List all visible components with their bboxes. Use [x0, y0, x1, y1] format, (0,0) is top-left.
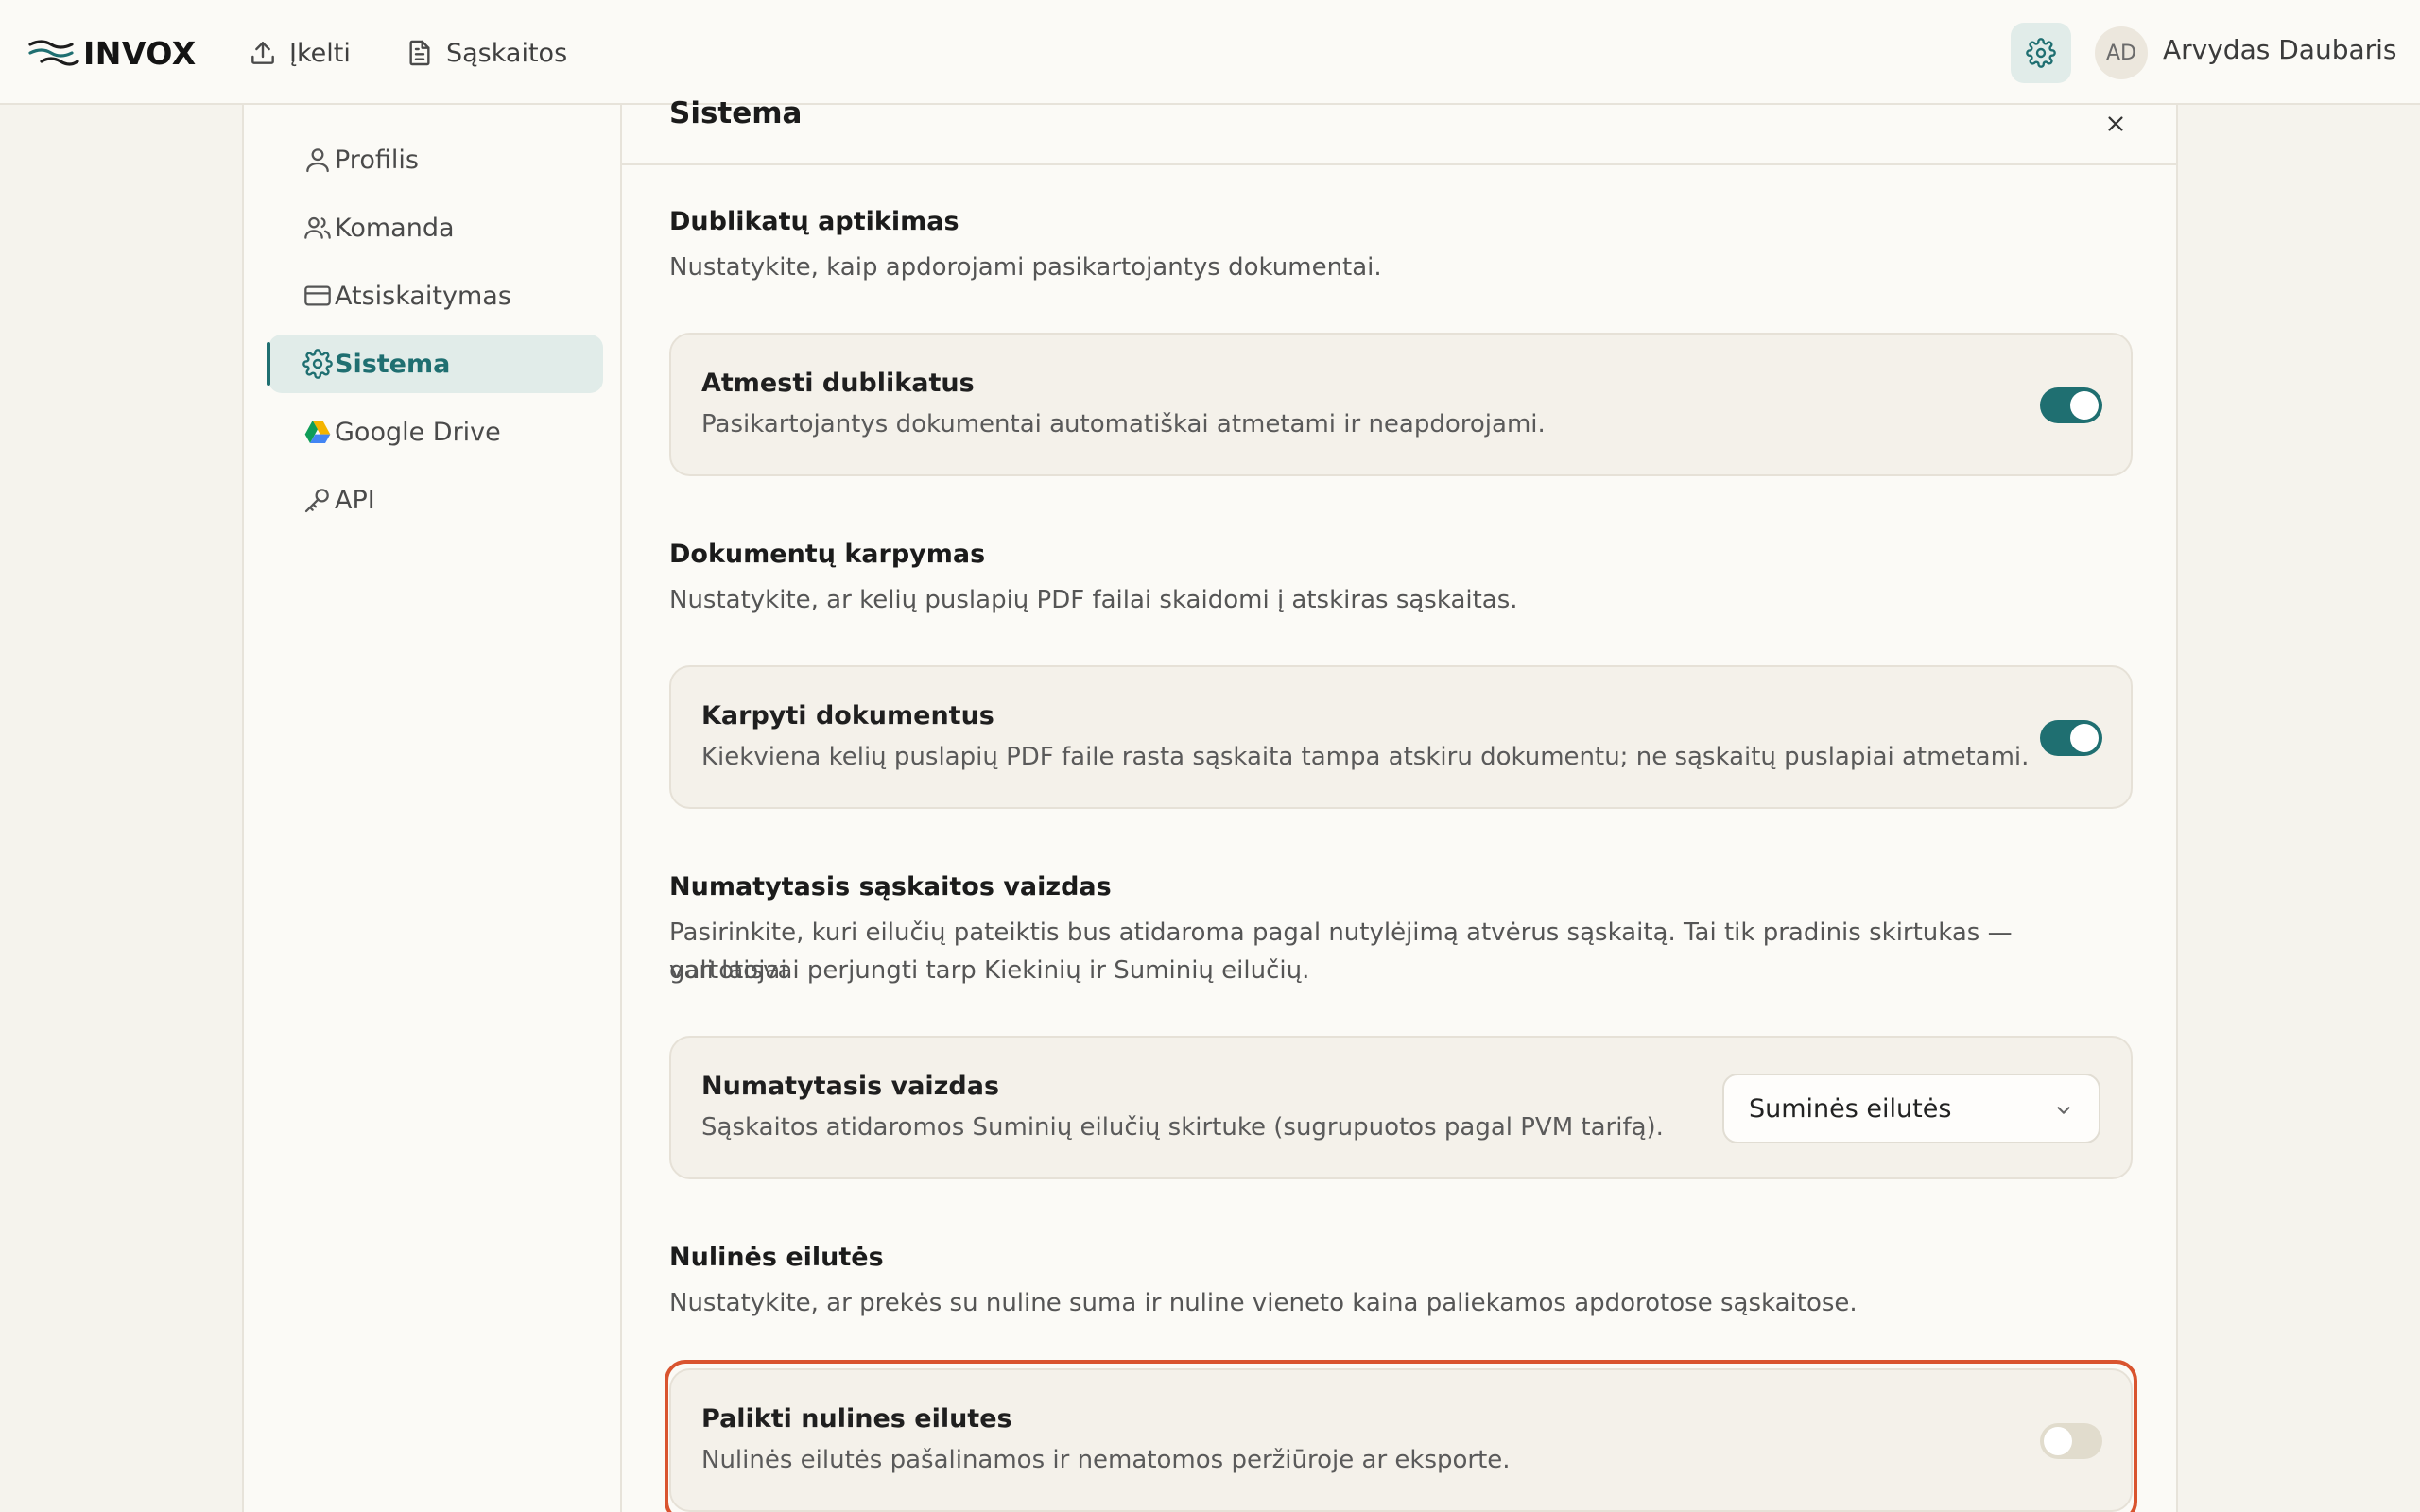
close-icon — [2108, 116, 2123, 131]
setting-card-default-view: Numatytasis vaizdas Sąskaitos atidaromos… — [669, 1036, 2133, 1179]
sidebar-item-system[interactable]: Sistema — [267, 335, 603, 393]
section-title-zero-lines: Nulinės eilutės — [669, 1243, 884, 1272]
google-drive-icon — [304, 421, 331, 443]
card-title: Numatytasis vaizdas — [701, 1072, 1000, 1101]
card-title: Atmesti dublikatus — [701, 369, 975, 398]
document-icon — [409, 40, 430, 66]
sidebar-item-billing[interactable]: Atsiskaitymas — [268, 266, 603, 325]
card-description: Kiekviena kelių puslapių PDF faile rasta… — [701, 743, 2030, 771]
default-view-select[interactable]: Suminės eilutės — [1722, 1074, 2100, 1143]
sidebar-item-label: API — [335, 485, 375, 515]
user-icon — [306, 148, 329, 173]
toggle-knob — [2044, 1427, 2072, 1455]
logo-waves-icon — [28, 40, 79, 66]
logo[interactable]: INVOX — [28, 29, 197, 77]
toggle-knob — [2070, 391, 2099, 420]
page-title: Sistema — [669, 96, 803, 130]
key-icon — [304, 489, 329, 513]
avatar[interactable]: AD — [2095, 26, 2148, 79]
settings-sidebar: Profilis Komanda Atsiskaitymas Sistema G… — [242, 105, 622, 1512]
card-description: Pasikartojantys dokumentai automatiškai … — [701, 410, 1546, 438]
team-icon — [304, 216, 331, 239]
sidebar-item-label: Sistema — [335, 349, 451, 379]
section-title-splitting: Dokumentų karpymas — [669, 540, 986, 569]
sidebar-item-api[interactable]: API — [268, 471, 603, 529]
chevron-down-icon — [2057, 1107, 2070, 1114]
section-desc-default-view-line2: gali laisvai perjungti tarp Kiekinių ir … — [669, 956, 1310, 985]
card-description: Nulinės eilutės pašalinamos ir nematomos… — [701, 1446, 1511, 1474]
setting-card-split-documents: Karpyti dokumentus Kiekviena kelių pusla… — [669, 665, 2133, 809]
keep-zero-lines-toggle[interactable] — [2040, 1423, 2102, 1459]
sidebar-item-label: Google Drive — [335, 417, 501, 447]
gear-icon — [2026, 38, 2056, 68]
credit-card-icon — [304, 285, 331, 306]
top-bar: INVOX Įkelti Sąskaitos AD Arvydas Daubar… — [0, 0, 2420, 105]
settings-panel: Sistema Dublikatų aptikimas Nustatykite,… — [620, 99, 2178, 1512]
sidebar-item-profile[interactable]: Profilis — [268, 130, 603, 189]
settings-button[interactable] — [2011, 23, 2071, 83]
sidebar-item-label: Komanda — [335, 213, 455, 243]
reject-duplicates-toggle[interactable] — [2040, 387, 2102, 423]
gear-icon — [302, 349, 333, 379]
setting-card-reject-duplicates: Atmesti dublikatus Pasikartojantys dokum… — [669, 333, 2133, 476]
nav-invoices-label: Sąskaitos — [446, 38, 568, 68]
close-button[interactable] — [2097, 105, 2135, 143]
nav-upload[interactable]: Įkelti — [248, 28, 351, 77]
card-title: Karpyti dokumentus — [701, 701, 994, 730]
nav-upload-label: Įkelti — [289, 38, 351, 68]
select-value: Suminės eilutės — [1749, 1093, 1952, 1124]
upload-icon — [251, 42, 274, 64]
card-description: Sąskaitos atidaromos Suminių eilučių ski… — [701, 1113, 1664, 1142]
sidebar-item-label: Atsiskaitymas — [335, 281, 511, 311]
user-name[interactable]: Arvydas Daubaris — [2163, 34, 2397, 65]
setting-card-keep-zero-lines: Palikti nulines eilutes Nulinės eilutės … — [669, 1368, 2133, 1512]
sidebar-item-team[interactable]: Komanda — [268, 198, 603, 257]
toggle-knob — [2070, 724, 2099, 752]
sidebar-item-google-drive[interactable]: Google Drive — [268, 403, 603, 461]
section-desc-duplicates: Nustatykite, kaip apdorojami pasikartoja… — [669, 253, 1382, 282]
logo-text: INVOX — [83, 34, 197, 72]
card-title: Palikti nulines eilutes — [701, 1404, 1012, 1434]
section-title-duplicates: Dublikatų aptikimas — [669, 207, 959, 236]
sidebar-item-label: Profilis — [335, 145, 419, 175]
split-documents-toggle[interactable] — [2040, 720, 2102, 756]
panel-header: Sistema — [622, 99, 2176, 165]
section-desc-zero-lines: Nustatykite, ar prekės su nuline suma ir… — [669, 1289, 1858, 1317]
nav-invoices[interactable]: Sąskaitos — [405, 28, 567, 77]
section-desc-splitting: Nustatykite, ar kelių puslapių PDF faila… — [669, 586, 1518, 614]
section-title-default-view: Numatytasis sąskaitos vaizdas — [669, 872, 1112, 902]
